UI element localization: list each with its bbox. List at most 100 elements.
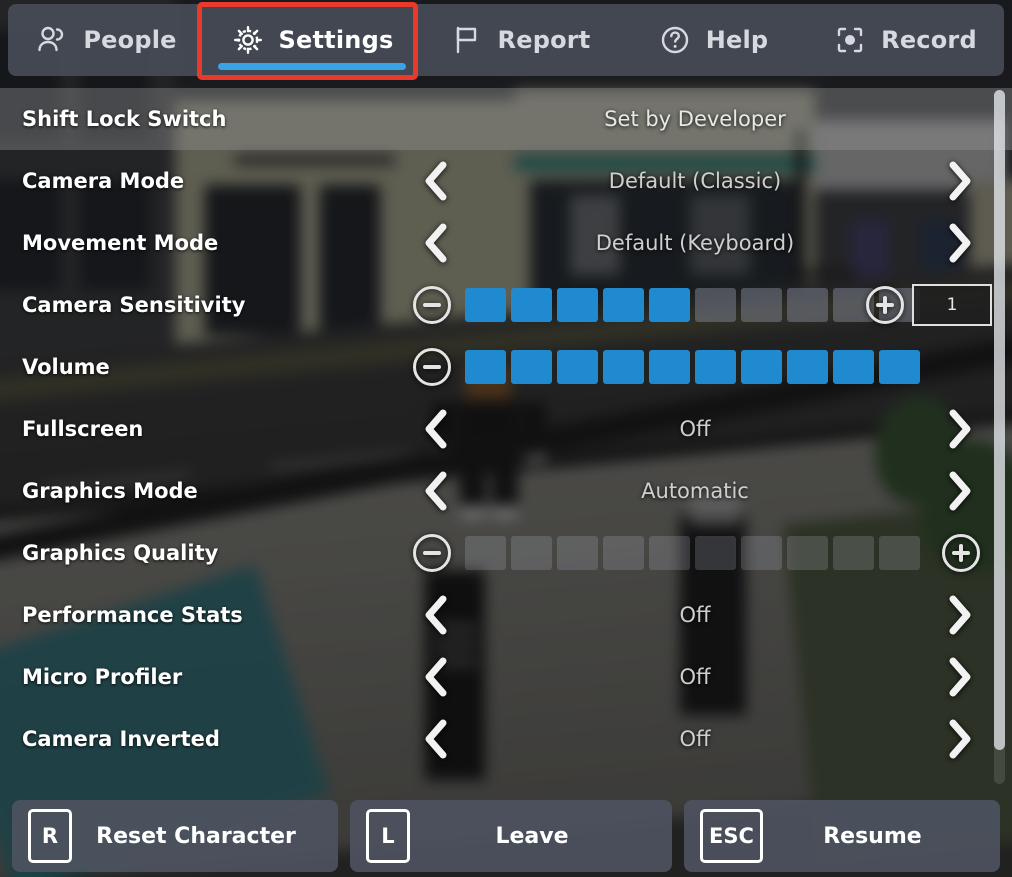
chevron-right-icon[interactable] — [942, 221, 978, 265]
setting-value: Default (Keyboard) — [595, 231, 795, 255]
settings-scrollbar-track[interactable] — [994, 90, 1005, 784]
decrease-camera-sensitivity-button[interactable] — [413, 286, 451, 324]
slider-segment[interactable] — [833, 350, 874, 384]
setting-row-micro-profiler[interactable]: Micro Profiler Off — [0, 646, 1012, 708]
slider-segment[interactable] — [833, 536, 874, 570]
setting-row-fullscreen[interactable]: Fullscreen Off — [0, 398, 1012, 460]
tab-people[interactable]: People — [8, 4, 204, 76]
slider-segment[interactable] — [557, 350, 598, 384]
chevron-right-icon[interactable] — [942, 655, 978, 699]
setting-value: Automatic — [641, 479, 749, 503]
tab-help-label: Help — [705, 26, 769, 54]
slider-segment[interactable] — [649, 288, 690, 322]
menu-tab-bar: People Settings Report Help Record — [8, 4, 1004, 76]
slider-segment[interactable] — [741, 288, 782, 322]
slider-segment[interactable] — [465, 288, 506, 322]
volume-slider[interactable] — [465, 350, 920, 384]
setting-label: Camera Mode — [22, 169, 185, 193]
leave-keycap: L — [366, 809, 410, 863]
setting-row-performance-stats[interactable]: Performance Stats Off — [0, 584, 1012, 646]
tab-record[interactable]: Record — [806, 4, 1004, 76]
setting-row-shift-lock-switch[interactable]: Shift Lock Switch Set by Developer — [0, 88, 1012, 150]
chevron-right-icon[interactable] — [942, 717, 978, 761]
decrease-graphics-quality-button[interactable] — [413, 534, 451, 572]
leave-button[interactable]: L Leave — [350, 800, 672, 872]
slider-segment[interactable] — [787, 536, 828, 570]
leave-label: Leave — [495, 823, 569, 849]
slider-segment[interactable] — [465, 350, 506, 384]
slider-segment[interactable] — [603, 536, 644, 570]
settings-list: Shift Lock Switch Set by Developer Camer… — [0, 88, 1012, 788]
menu-bottom-bar: R Reset Character L Leave ESC Resume — [0, 795, 1012, 877]
setting-value: Off — [679, 603, 711, 627]
setting-label: Movement Mode — [22, 231, 219, 255]
setting-label: Volume — [22, 355, 110, 379]
resume-keycap: ESC — [700, 809, 763, 863]
chevron-right-icon[interactable] — [942, 159, 978, 203]
reset-character-label: Reset Character — [96, 823, 296, 849]
setting-value: Off — [679, 417, 711, 441]
setting-row-graphics-quality[interactable]: Graphics Quality — [0, 522, 1012, 584]
people-icon — [35, 23, 69, 57]
slider-segment[interactable] — [603, 288, 644, 322]
question-circle-icon — [658, 23, 692, 57]
tab-people-label: People — [83, 26, 177, 54]
record-icon — [833, 23, 867, 57]
setting-value: Default (Classic) — [608, 169, 782, 193]
reset-character-button[interactable]: R Reset Character — [12, 800, 338, 872]
setting-row-camera-sensitivity[interactable]: Camera Sensitivity 1 — [0, 274, 1012, 336]
chevron-right-icon[interactable] — [942, 469, 978, 513]
setting-row-volume[interactable]: Volume — [0, 336, 1012, 398]
gear-icon — [231, 23, 265, 57]
reset-character-keycap: R — [28, 809, 72, 863]
tab-help[interactable]: Help — [620, 4, 806, 76]
slider-segment[interactable] — [465, 536, 506, 570]
setting-value: Off — [679, 665, 711, 689]
chevron-right-icon[interactable] — [942, 407, 978, 451]
slider-segment[interactable] — [511, 350, 552, 384]
slider-segment[interactable] — [511, 288, 552, 322]
setting-label: Camera Sensitivity — [22, 293, 246, 317]
camera-sensitivity-slider[interactable] — [465, 288, 920, 322]
tab-report[interactable]: Report — [420, 4, 620, 76]
slider-segment[interactable] — [649, 536, 690, 570]
resume-button[interactable]: ESC Resume — [684, 800, 1000, 872]
slider-segment[interactable] — [557, 536, 598, 570]
slider-segment[interactable] — [557, 288, 598, 322]
camera-sensitivity-value: 1 — [946, 295, 958, 315]
setting-label: Graphics Quality — [22, 541, 219, 565]
setting-label: Fullscreen — [22, 417, 144, 441]
slider-segment[interactable] — [879, 536, 920, 570]
tab-report-label: Report — [497, 26, 591, 54]
setting-label: Micro Profiler — [22, 665, 183, 689]
setting-value: Set by Developer — [604, 107, 786, 131]
slider-segment[interactable] — [603, 350, 644, 384]
increase-camera-sensitivity-button[interactable] — [866, 286, 904, 324]
setting-label: Graphics Mode — [22, 479, 198, 503]
slider-segment[interactable] — [695, 350, 736, 384]
slider-segment[interactable] — [787, 350, 828, 384]
settings-scrollbar-thumb[interactable] — [994, 90, 1005, 750]
slider-segment[interactable] — [787, 288, 828, 322]
slider-segment[interactable] — [511, 536, 552, 570]
slider-segment[interactable] — [741, 350, 782, 384]
chevron-right-icon[interactable] — [942, 593, 978, 637]
slider-segment[interactable] — [649, 350, 690, 384]
setting-row-camera-inverted[interactable]: Camera Inverted Off — [0, 708, 1012, 770]
setting-label: Performance Stats — [22, 603, 243, 627]
tab-settings[interactable]: Settings — [204, 4, 420, 76]
setting-label: Camera Inverted — [22, 727, 220, 751]
setting-row-graphics-mode[interactable]: Graphics Mode Automatic — [0, 460, 1012, 522]
slider-segment[interactable] — [695, 536, 736, 570]
setting-row-movement-mode[interactable]: Movement Mode Default (Keyboard) — [0, 212, 1012, 274]
setting-row-camera-mode[interactable]: Camera Mode Default (Classic) — [0, 150, 1012, 212]
camera-sensitivity-value-box[interactable]: 1 — [912, 284, 992, 326]
slider-segment[interactable] — [879, 350, 920, 384]
decrease-volume-button[interactable] — [413, 348, 451, 386]
tab-settings-label: Settings — [278, 26, 394, 54]
slider-segment[interactable] — [695, 288, 736, 322]
slider-segment[interactable] — [741, 536, 782, 570]
graphics-quality-slider[interactable] — [465, 536, 920, 570]
setting-label: Shift Lock Switch — [22, 107, 227, 131]
increase-graphics-quality-button[interactable] — [942, 534, 980, 572]
